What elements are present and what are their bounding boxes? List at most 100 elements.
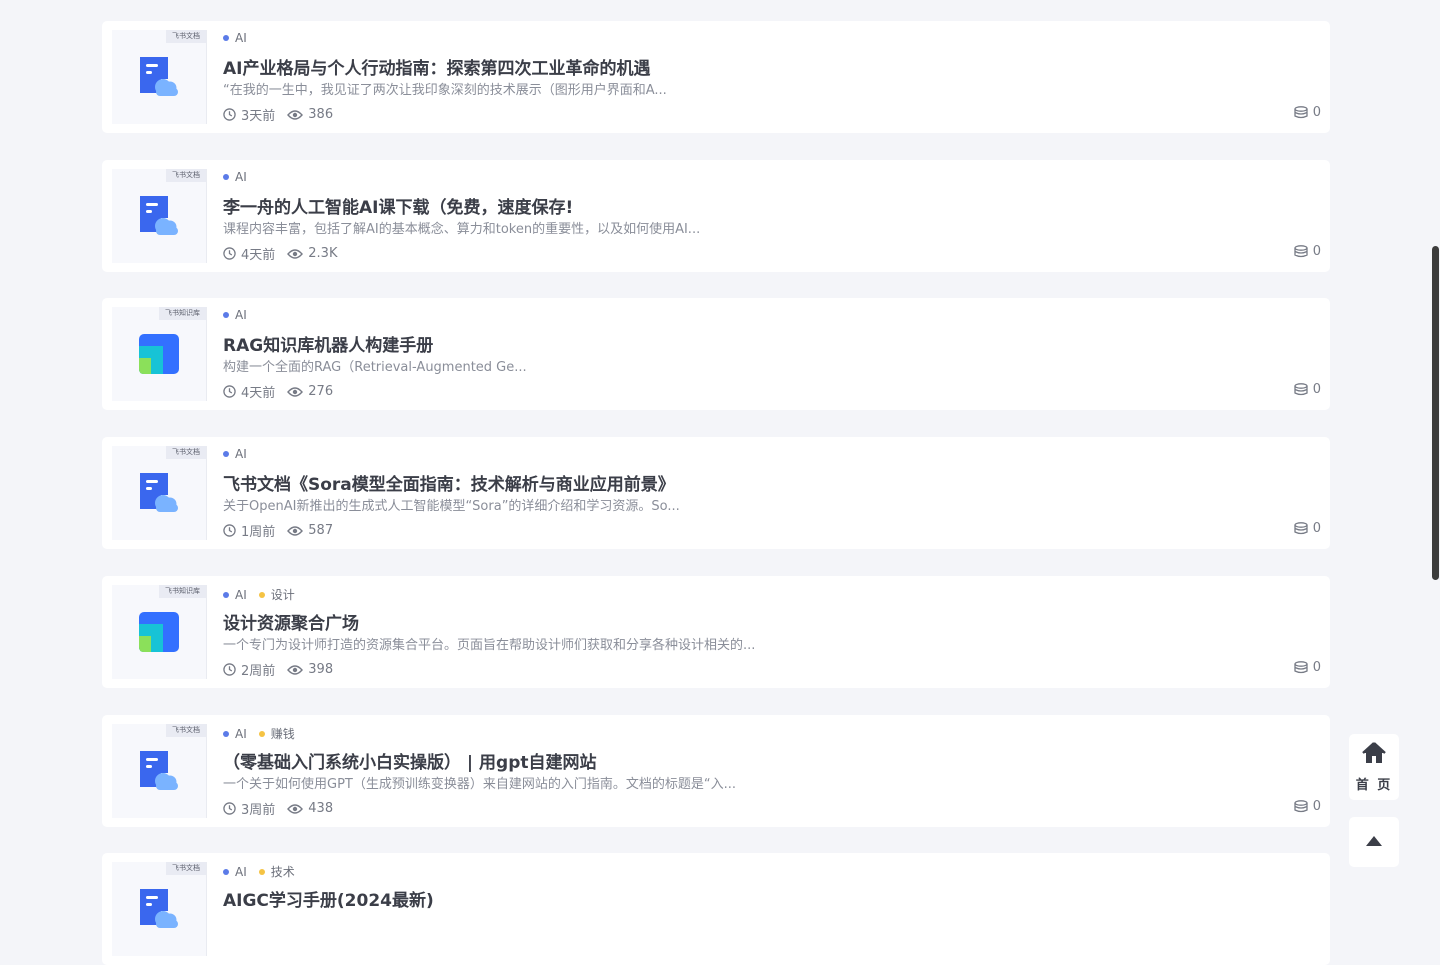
feishu-doc-icon (140, 473, 178, 512)
feishu-doc-icon (140, 751, 178, 790)
article-thumbnail[interactable]: 飞书文档 (112, 446, 207, 540)
article-card[interactable]: 飞书文档 AI 技术 AIGC学习手册(2024最新) (102, 853, 1330, 965)
article-thumbnail[interactable]: 飞书文档 (112, 169, 207, 263)
back-to-top-button[interactable] (1349, 817, 1399, 867)
source-tag: 飞书文档 (166, 169, 206, 182)
category-tag[interactable]: AI (223, 308, 247, 322)
category-list: AI 赚钱 (223, 725, 295, 742)
clock-icon (223, 247, 236, 260)
article-description: “在我的一生中，我见证了两次让我印象深刻的技术展示（图形用户界面和A... (223, 83, 667, 98)
category-dot (223, 730, 229, 737)
article-stats: 2周前 398 (223, 660, 333, 679)
view-count: 2.3K (308, 246, 338, 261)
category-tag[interactable]: AI (223, 170, 247, 184)
view-count: 276 (308, 384, 334, 399)
category-dot (223, 312, 229, 318)
source-tag: 飞书知识库 (159, 585, 206, 598)
category-dot (258, 591, 265, 598)
coin-count: 0 (1294, 799, 1321, 814)
source-tag: 飞书文档 (166, 446, 206, 459)
category-list: AI 技术 (223, 863, 295, 880)
category-dot (258, 868, 265, 875)
article-stats: 4天前 2.3K (223, 244, 337, 263)
publish-time: 2周前 (241, 664, 276, 679)
article-thumbnail[interactable]: 飞书文档 (112, 724, 207, 818)
category-list: AI 设计 (223, 586, 295, 603)
category-tag[interactable]: 赚钱 (258, 725, 295, 742)
view-count: 587 (308, 523, 334, 538)
category-dot (223, 35, 229, 41)
article-description: 一个专门为设计师打造的资源集合平台。页面旨在帮助设计师们获取和分享各种设计相关的… (223, 638, 756, 653)
coin-count: 0 (1294, 105, 1321, 120)
article-thumbnail[interactable]: 飞书知识库 (112, 307, 207, 401)
article-thumbnail[interactable]: 飞书文档 (112, 862, 207, 956)
category-tag[interactable]: AI (223, 447, 247, 461)
home-button[interactable]: 首 页 (1349, 734, 1399, 800)
article-card[interactable]: 飞书知识库 AI 设计 设计资源聚合广场 一个专门为设计师打造的资源集合平台。页… (102, 576, 1330, 688)
category-tag[interactable]: AI (223, 31, 247, 45)
feishu-doc-icon (140, 889, 178, 928)
article-title[interactable]: AI产业格局与个人行动指南：探索第四次工业革命的机遇 (223, 54, 650, 79)
article-title[interactable]: 设计资源聚合广场 (223, 609, 359, 634)
article-thumbnail[interactable]: 飞书知识库 (112, 585, 207, 679)
eye-icon (287, 386, 304, 397)
article-title[interactable]: 飞书文档《Sora模型全面指南：技术解析与商业应用前景》 (223, 470, 675, 495)
clock-icon (223, 802, 236, 815)
category-tag[interactable]: 设计 (258, 586, 295, 603)
article-card[interactable]: 飞书文档 AI AI产业格局与个人行动指南：探索第四次工业革命的机遇 “在我的一… (102, 21, 1330, 133)
eye-icon (287, 525, 304, 536)
article-stats: 3周前 438 (223, 799, 333, 818)
source-tag: 飞书文档 (166, 862, 206, 875)
coin-count: 0 (1294, 660, 1321, 675)
category-tag[interactable]: AI (223, 725, 247, 742)
feishu-wiki-icon (139, 334, 179, 374)
article-stats: 3天前 386 (223, 105, 333, 124)
coins-icon (1294, 661, 1308, 674)
source-tag: 飞书文档 (166, 724, 206, 737)
article-title[interactable]: RAG知识库机器人构建手册 (223, 331, 433, 356)
article-card[interactable]: 飞书文档 AI 飞书文档《Sora模型全面指南：技术解析与商业应用前景》 关于O… (102, 437, 1330, 549)
coin-count: 0 (1294, 521, 1321, 536)
category-dot (258, 730, 265, 737)
publish-time: 4天前 (241, 386, 276, 401)
caret-up-icon (1366, 836, 1382, 846)
article-thumbnail[interactable]: 飞书文档 (112, 30, 207, 124)
article-description: 构建一个全面的RAG（Retrieval-Augmented Ge... (223, 360, 527, 375)
article-description: 一个关于如何使用GPT（生成预训练变换器）来自建网站的入门指南。文档的标题是“入… (223, 777, 736, 792)
category-tag[interactable]: AI (223, 863, 247, 880)
coins-icon (1294, 800, 1308, 813)
clock-icon (223, 663, 236, 676)
clock-icon (223, 108, 236, 121)
category-dot (223, 868, 229, 875)
category-dot (223, 451, 229, 457)
article-title[interactable]: （零基础入门系统小白实操版） | 用gpt自建网站 (223, 748, 597, 773)
view-count: 398 (308, 662, 334, 677)
category-tag[interactable]: AI (223, 586, 247, 603)
article-description: 关于OpenAI新推出的生成式人工智能模型“Sora”的详细介绍和学习资源。So… (223, 499, 680, 514)
source-tag: 飞书文档 (166, 30, 206, 43)
category-dot (223, 591, 229, 598)
eye-icon (287, 109, 304, 120)
feishu-doc-icon (140, 57, 178, 96)
category-list: AI (223, 308, 247, 322)
coins-icon (1294, 106, 1308, 119)
publish-time: 3天前 (241, 109, 276, 124)
coins-icon (1294, 383, 1308, 396)
source-tag: 飞书知识库 (159, 307, 206, 320)
article-title[interactable]: 李一舟的人工智能AI课下载（免费，速度保存! (223, 193, 573, 218)
feishu-doc-icon (140, 196, 178, 235)
article-title[interactable]: AIGC学习手册(2024最新) (223, 886, 434, 911)
page-scrollbar[interactable] (1432, 246, 1439, 580)
category-list: AI (223, 170, 247, 184)
home-icon (1362, 742, 1386, 763)
category-list: AI (223, 31, 247, 45)
article-stats: 4天前 276 (223, 382, 333, 401)
article-card[interactable]: 飞书知识库 AI RAG知识库机器人构建手册 构建一个全面的RAG（Retrie… (102, 298, 1330, 410)
eye-icon (287, 248, 304, 259)
clock-icon (223, 524, 236, 537)
article-card[interactable]: 飞书文档 AI 李一舟的人工智能AI课下载（免费，速度保存! 课程内容丰富，包括… (102, 160, 1330, 272)
publish-time: 1周前 (241, 525, 276, 540)
article-card[interactable]: 飞书文档 AI 赚钱 （零基础入门系统小白实操版） | 用gpt自建网站 一个关… (102, 715, 1330, 827)
home-label: 首 页 (1355, 778, 1393, 793)
category-tag[interactable]: 技术 (258, 863, 295, 880)
